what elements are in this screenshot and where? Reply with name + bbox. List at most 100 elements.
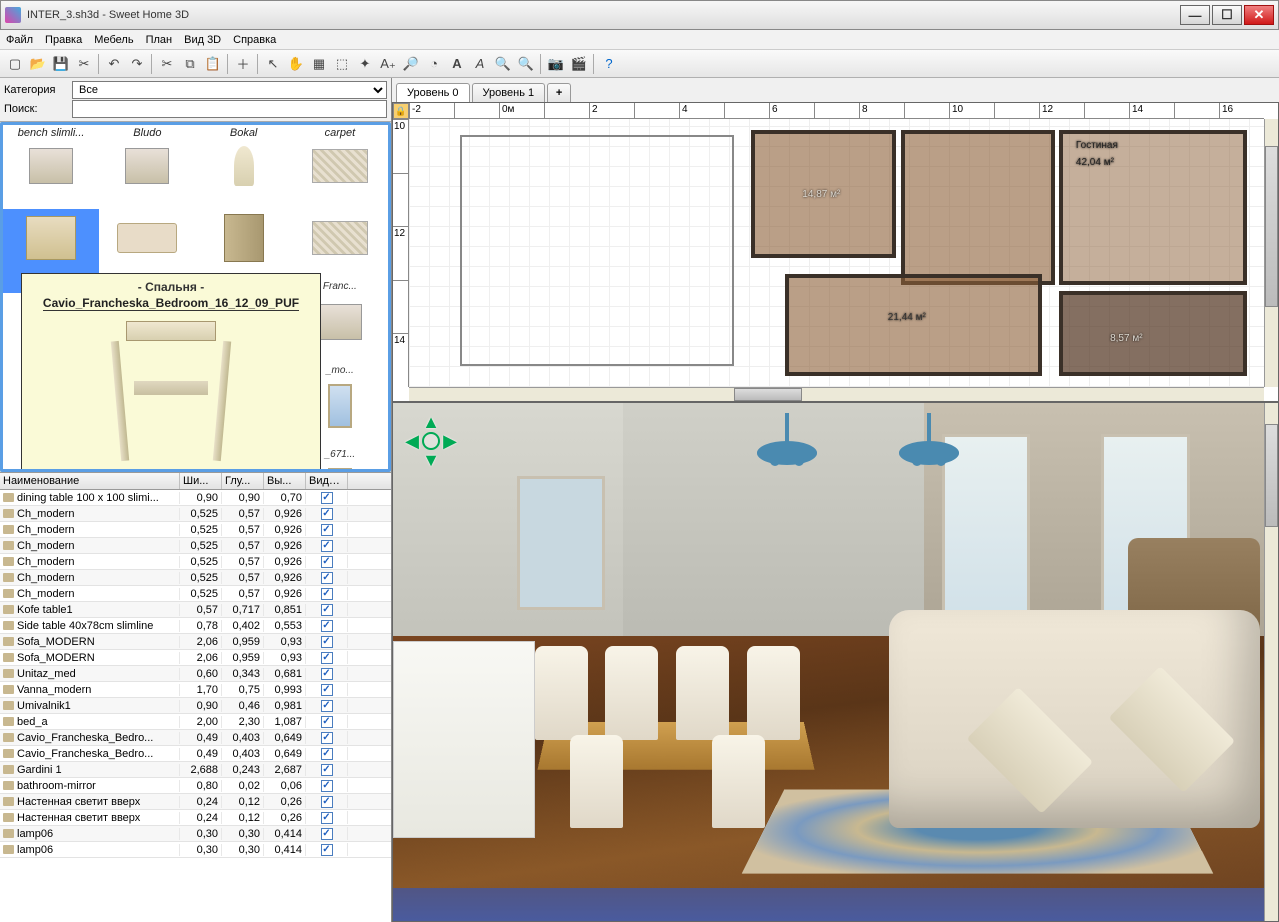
category-select[interactable]: Все: [72, 81, 387, 99]
cell-visible[interactable]: ✓: [306, 795, 348, 808]
col-height[interactable]: Вы...: [264, 473, 306, 489]
cell-visible[interactable]: ✓: [306, 507, 348, 520]
nav-left-icon[interactable]: ◀: [403, 432, 421, 450]
nav-center-icon[interactable]: [422, 432, 440, 450]
cell-visible[interactable]: ✓: [306, 827, 348, 840]
col-depth[interactable]: Глу...: [222, 473, 264, 489]
plan-view[interactable]: 🔒 -20м246810121416 101214 14,87 м² 21,44…: [392, 102, 1279, 402]
cell-visible[interactable]: ✓: [306, 587, 348, 600]
cell-visible[interactable]: ✓: [306, 747, 348, 760]
table-row[interactable]: Unitaz_med0,600,3430,681✓: [0, 666, 391, 682]
cell-visible[interactable]: ✓: [306, 779, 348, 792]
menu-edit[interactable]: Правка: [45, 34, 82, 46]
table-row[interactable]: Gardini 12,6880,2432,687✓: [0, 762, 391, 778]
minimize-button[interactable]: —: [1180, 5, 1210, 25]
cell-visible[interactable]: ✓: [306, 731, 348, 744]
compass-icon[interactable]: ◔: [423, 53, 445, 75]
3d-nav-pad[interactable]: ▲ ▼ ◀ ▶: [403, 413, 459, 469]
pan-icon[interactable]: ✋: [285, 53, 307, 75]
table-row[interactable]: bed_a2,002,301,087✓: [0, 714, 391, 730]
dimension-icon[interactable]: A₊: [377, 53, 399, 75]
plan-hscroll[interactable]: [409, 387, 1264, 401]
menu-help[interactable]: Справка: [233, 34, 276, 46]
table-row[interactable]: Настенная светит вверх0,240,120,26✓: [0, 810, 391, 826]
video-icon[interactable]: 🎬: [568, 53, 590, 75]
menu-3d[interactable]: Вид 3D: [184, 34, 221, 46]
cell-visible[interactable]: ✓: [306, 667, 348, 680]
plan-canvas[interactable]: 14,87 м² 21,44 м² 8,57 м² Гостиная 42,04…: [409, 119, 1264, 387]
tab-level-0[interactable]: Уровень 0: [396, 83, 470, 102]
cell-visible[interactable]: ✓: [306, 603, 348, 616]
col-width[interactable]: Ши...: [180, 473, 222, 489]
undo-icon[interactable]: ↶: [103, 53, 125, 75]
cell-visible[interactable]: ✓: [306, 715, 348, 728]
table-row[interactable]: Ch_modern0,5250,570,926✓: [0, 538, 391, 554]
plan-vscroll[interactable]: [1264, 119, 1278, 387]
table-row[interactable]: Настенная светит вверх0,240,120,26✓: [0, 794, 391, 810]
table-row[interactable]: Cavio_Francheska_Bedro...0,490,4030,649✓: [0, 746, 391, 762]
cell-visible[interactable]: ✓: [306, 619, 348, 632]
table-row[interactable]: Ch_modern0,5250,570,926✓: [0, 554, 391, 570]
nav-up-icon[interactable]: ▲: [422, 413, 440, 431]
catalog-item[interactable]: Bludo: [99, 125, 195, 209]
redo-icon[interactable]: ↷: [126, 53, 148, 75]
select-icon[interactable]: ↖: [262, 53, 284, 75]
menu-furniture[interactable]: Мебель: [94, 34, 133, 46]
cell-visible[interactable]: ✓: [306, 843, 348, 856]
open-icon[interactable]: 📂: [27, 53, 49, 75]
tab-level-1[interactable]: Уровень 1: [472, 83, 546, 102]
furniture-catalog[interactable]: bench slimli...BludoBokalcarpetCaFranc..…: [0, 122, 391, 472]
lock-icon[interactable]: 🔒: [393, 103, 409, 119]
table-row[interactable]: Umivalnik10,900,460,981✓: [0, 698, 391, 714]
nav-right-icon[interactable]: ▶: [441, 432, 459, 450]
prefs-icon[interactable]: ✂: [73, 53, 95, 75]
table-row[interactable]: Sofa_MODERN2,060,9590,93✓: [0, 634, 391, 650]
table-row[interactable]: Vanna_modern1,700,750,993✓: [0, 682, 391, 698]
table-row[interactable]: dining table 100 x 100 slimi...0,900,900…: [0, 490, 391, 506]
text-style-icon[interactable]: A: [446, 53, 468, 75]
menu-plan[interactable]: План: [146, 34, 173, 46]
table-row[interactable]: Cavio_Francheska_Bedro...0,490,4030,649✓: [0, 730, 391, 746]
new-icon[interactable]: ▢: [4, 53, 26, 75]
copy-icon[interactable]: ⧉: [179, 53, 201, 75]
nav-down-icon[interactable]: ▼: [422, 451, 440, 469]
catalog-item[interactable]: bench slimli...: [3, 125, 99, 209]
italic-icon[interactable]: A: [469, 53, 491, 75]
catalog-item[interactable]: carpet: [292, 125, 388, 209]
table-row[interactable]: Kofe table10,570,7170,851✓: [0, 602, 391, 618]
menu-file[interactable]: Файл: [6, 34, 33, 46]
table-row[interactable]: lamp060,300,300,414✓: [0, 842, 391, 858]
col-name[interactable]: Наименование: [0, 473, 180, 489]
cell-visible[interactable]: ✓: [306, 811, 348, 824]
table-row[interactable]: lamp060,300,300,414✓: [0, 826, 391, 842]
add-furniture-icon[interactable]: ＋: [232, 53, 254, 75]
wall-icon[interactable]: ▦: [308, 53, 330, 75]
search-input[interactable]: [72, 100, 387, 118]
cell-visible[interactable]: ✓: [306, 571, 348, 584]
polyline-icon[interactable]: ✦: [354, 53, 376, 75]
zoom-in-icon[interactable]: 🔍: [492, 53, 514, 75]
cut-icon[interactable]: ✂: [156, 53, 178, 75]
table-row[interactable]: Ch_modern0,5250,570,926✓: [0, 570, 391, 586]
furniture-list-header[interactable]: Наименование Ши... Глу... Вы... Види...: [0, 473, 391, 490]
maximize-button[interactable]: ☐: [1212, 5, 1242, 25]
save-icon[interactable]: 💾: [50, 53, 72, 75]
3d-vscroll[interactable]: [1264, 403, 1278, 921]
cell-visible[interactable]: ✓: [306, 635, 348, 648]
table-row[interactable]: bathroom-mirror0,800,020,06✓: [0, 778, 391, 794]
table-row[interactable]: Ch_modern0,5250,570,926✓: [0, 586, 391, 602]
photo-icon[interactable]: 📷: [545, 53, 567, 75]
cell-visible[interactable]: ✓: [306, 555, 348, 568]
catalog-item[interactable]: Bokal: [196, 125, 292, 209]
tab-add-level[interactable]: +: [547, 83, 571, 102]
table-row[interactable]: Ch_modern0,5250,570,926✓: [0, 506, 391, 522]
col-visible[interactable]: Види...: [306, 473, 348, 489]
cell-visible[interactable]: ✓: [306, 539, 348, 552]
close-button[interactable]: ✕: [1244, 5, 1274, 25]
table-row[interactable]: Sofa_MODERN2,060,9590,93✓: [0, 650, 391, 666]
cell-visible[interactable]: ✓: [306, 523, 348, 536]
cell-visible[interactable]: ✓: [306, 699, 348, 712]
cell-visible[interactable]: ✓: [306, 763, 348, 776]
help-icon[interactable]: ?: [598, 53, 620, 75]
paste-icon[interactable]: 📋: [202, 53, 224, 75]
